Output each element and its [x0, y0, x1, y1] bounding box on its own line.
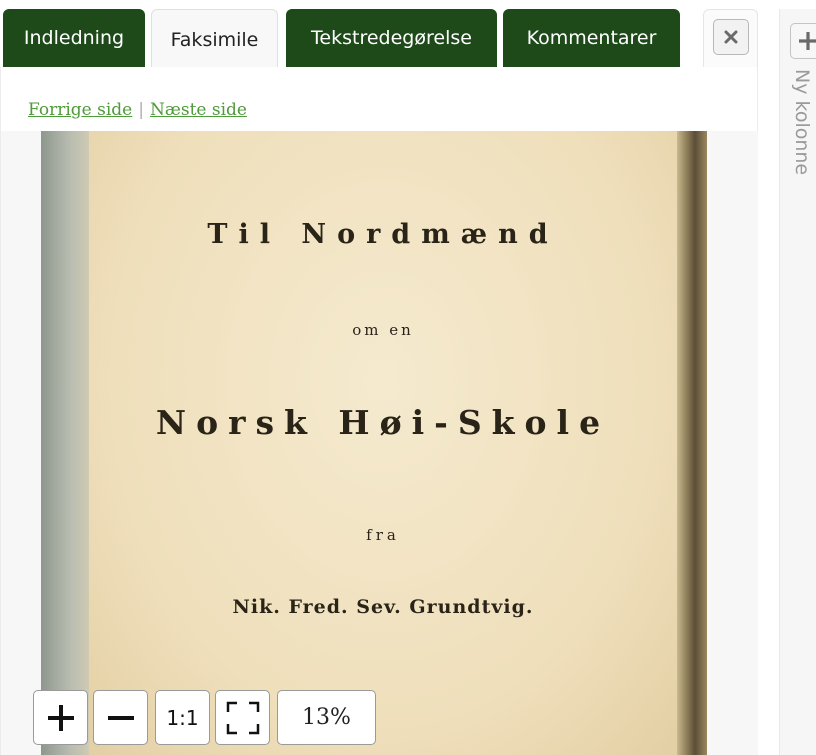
- book-edge: [677, 131, 707, 755]
- facsimile-viewer[interactable]: Til Nordmænd om en Norsk Høi-Skole fra N…: [1, 131, 758, 755]
- new-column-label: Ny kolonne: [791, 69, 813, 176]
- facsimile-main-title: Norsk Høi-Skole: [155, 403, 611, 442]
- next-page-link[interactable]: Næste side: [150, 100, 247, 120]
- tab-label: Indledning: [23, 27, 125, 49]
- facsimile-title-line: Til Nordmænd: [207, 219, 559, 250]
- tab-faksimile[interactable]: Faksimile: [151, 9, 278, 69]
- close-icon: [724, 30, 738, 44]
- tab-label: Faksimile: [170, 28, 259, 51]
- zoom-reset-button[interactable]: 1:1: [155, 690, 210, 745]
- app-root: Indledning Faksimile Tekstredegørelse Ko…: [0, 0, 816, 755]
- facsimile-from-line: fra: [366, 526, 400, 544]
- facsimile-image: Til Nordmænd om en Norsk Høi-Skole fra N…: [41, 131, 707, 755]
- close-column-button[interactable]: [713, 19, 749, 55]
- tab-kommentarer[interactable]: Kommentarer: [503, 9, 680, 67]
- page-navigation: Forrige side | Næste side: [28, 100, 247, 120]
- minus-icon: [107, 715, 134, 720]
- zoom-out-button[interactable]: [93, 690, 148, 745]
- previous-page-link[interactable]: Forrige side: [28, 100, 132, 120]
- plus-icon: [799, 32, 816, 50]
- book-spine: [41, 131, 89, 755]
- facsimile-author-line: Nik. Fred. Sev. Grundtvig.: [232, 596, 534, 618]
- tab-indledning[interactable]: Indledning: [3, 9, 145, 67]
- pager-separator: |: [138, 100, 144, 120]
- zoom-in-button[interactable]: [33, 690, 88, 745]
- close-column-area: [703, 9, 758, 67]
- add-column-button[interactable]: [790, 23, 816, 59]
- zoom-level-display: 13%: [277, 690, 376, 745]
- tab-label: Kommentarer: [526, 27, 657, 49]
- plus-icon: [47, 704, 74, 731]
- fullscreen-icon: [226, 701, 259, 734]
- facsimile-panel: Forrige side | Næste side Til Nordmænd om …: [0, 67, 758, 755]
- zoom-level-text: 13%: [302, 705, 351, 730]
- facsimile-subtitle-line: om en: [352, 321, 414, 339]
- new-column-strip[interactable]: Ny kolonne: [779, 9, 816, 755]
- zoom-reset-label: 1:1: [166, 705, 199, 730]
- tab-label: Tekstredegørelse: [311, 27, 472, 49]
- tab-tekstredegorelse[interactable]: Tekstredegørelse: [286, 9, 497, 67]
- fullscreen-button[interactable]: [215, 690, 270, 745]
